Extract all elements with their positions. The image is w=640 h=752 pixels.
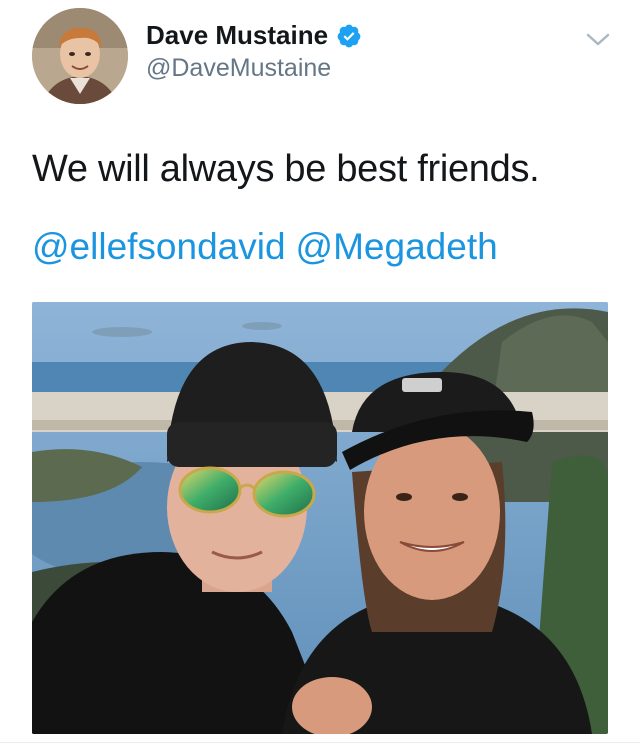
- author-avatar[interactable]: [32, 8, 128, 104]
- author-display-name[interactable]: Dave Mustaine: [146, 20, 328, 51]
- mention-ellefsondavid[interactable]: @ellefsondavid: [32, 226, 286, 268]
- avatar-image: [32, 8, 128, 104]
- author-name-row[interactable]: Dave Mustaine: [146, 20, 362, 51]
- chevron-down-icon[interactable]: [584, 28, 612, 50]
- mention-megadeth[interactable]: @Megadeth: [296, 226, 498, 268]
- selfie-photo-image: [32, 302, 608, 734]
- tweet-mentions: @ellefsondavid @Megadeth: [32, 226, 498, 268]
- verified-badge-icon: [336, 23, 362, 49]
- tweet-photo[interactable]: [32, 302, 608, 734]
- tweet-text: We will always be best friends.: [32, 148, 540, 190]
- author-handle[interactable]: @DaveMustaine: [146, 54, 331, 83]
- bottom-divider: [0, 742, 640, 743]
